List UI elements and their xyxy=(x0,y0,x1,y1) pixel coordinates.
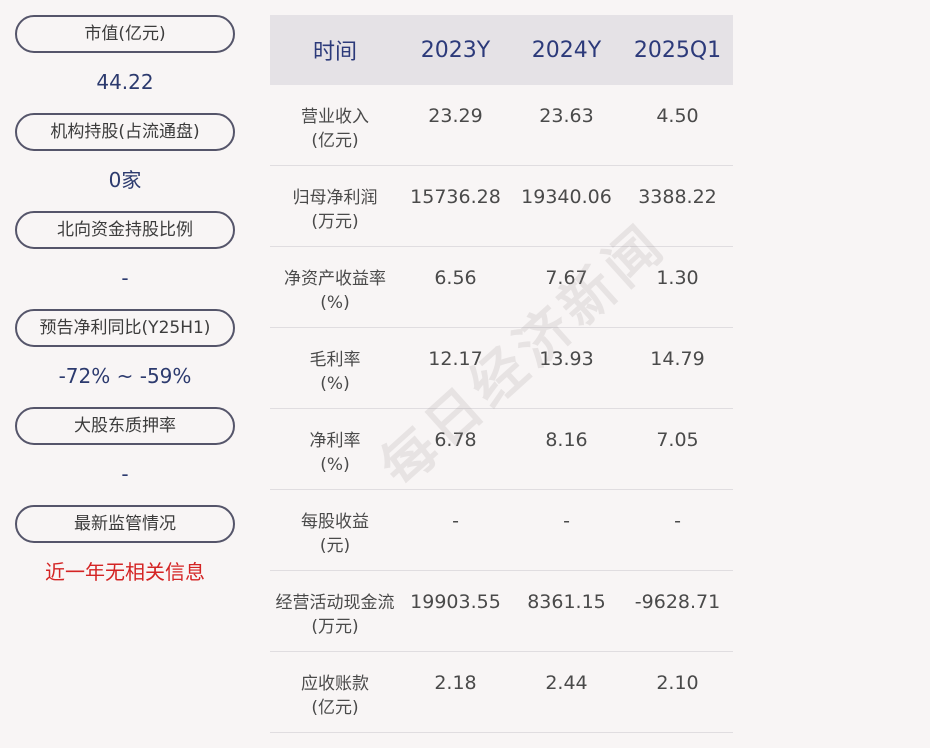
row-label: 营业收入 (亿元) xyxy=(270,85,400,165)
metric-profit-forecast: 预告净利同比(Y25H1) -72% ~ -59% xyxy=(15,309,235,407)
table-cell: 4.50 xyxy=(656,105,699,127)
table-cell: - xyxy=(674,510,681,532)
row-label-unit: (%) xyxy=(320,293,350,313)
table-row: 归母净利润 (万元) 15736.28 19340.06 3388.22 xyxy=(270,166,733,247)
metric-label: 最新监管情况 xyxy=(15,505,235,543)
row-label-unit: (万元) xyxy=(311,617,359,637)
table-cell: 3388.22 xyxy=(638,186,717,208)
table-cell: 23.29 xyxy=(428,105,483,127)
table-cell: 7.67 xyxy=(545,267,588,289)
metric-value: - xyxy=(121,462,129,486)
header-2024y: 2024Y xyxy=(531,37,602,63)
table-cell: - xyxy=(452,510,459,532)
metric-northbound-ratio: 北向资金持股比例 - xyxy=(15,211,235,309)
table-row: 净资产收益率 (%) 6.56 7.67 1.30 xyxy=(270,247,733,328)
table-cell: 23.63 xyxy=(539,105,594,127)
table-cell: 2.10 xyxy=(656,672,699,694)
table-row: 营业收入 (亿元) 23.29 23.63 4.50 xyxy=(270,85,733,166)
row-label-unit: (亿元) xyxy=(311,131,359,151)
table-cell: 6.78 xyxy=(434,429,477,451)
metric-value: -72% ~ -59% xyxy=(58,364,192,388)
metric-label: 北向资金持股比例 xyxy=(15,211,235,249)
metric-label: 机构持股(占流通盘) xyxy=(15,113,235,151)
table-cell: 6.56 xyxy=(434,267,477,289)
table-row: 应收账款 (亿元) 2.18 2.44 2.10 xyxy=(270,652,733,733)
row-label: 应收账款 (亿元) xyxy=(270,652,400,732)
metric-label: 市值(亿元) xyxy=(15,15,235,53)
metric-market-cap: 市值(亿元) 44.22 xyxy=(15,15,235,113)
header-2023y: 2023Y xyxy=(420,37,491,63)
table-cell: 1.30 xyxy=(656,267,699,289)
metric-value: 0家 xyxy=(108,168,142,192)
row-label-name: 营业收入 xyxy=(301,107,369,127)
table-row: 每股收益 (元) - - - xyxy=(270,490,733,571)
row-label-unit: (元) xyxy=(319,536,351,556)
metric-value: 44.22 xyxy=(96,70,154,94)
table-cell: 2.44 xyxy=(545,672,588,694)
header-period: 时间 xyxy=(312,40,357,65)
table-cell: 8361.15 xyxy=(527,591,606,613)
table-cell: 12.17 xyxy=(428,348,483,370)
metric-value: 近一年无相关信息 xyxy=(45,560,205,584)
row-label: 每股收益 (元) xyxy=(270,490,400,570)
table-cell: 7.05 xyxy=(656,429,699,451)
table-row: 经营活动现金流 (万元) 19903.55 8361.15 -9628.71 xyxy=(270,571,733,652)
table-row: 毛利率 (%) 12.17 13.93 14.79 xyxy=(270,328,733,409)
table-cell: 13.93 xyxy=(539,348,594,370)
table-cell: - xyxy=(563,510,570,532)
metric-value: - xyxy=(121,266,129,290)
row-label: 净资产收益率 (%) xyxy=(270,247,400,327)
metric-institutional-holdings: 机构持股(占流通盘) 0家 xyxy=(15,113,235,211)
header-2025q1: 2025Q1 xyxy=(633,37,722,63)
table-cell: 2.18 xyxy=(434,672,477,694)
row-label-name: 归母净利润 xyxy=(292,188,378,208)
row-label-unit: (亿元) xyxy=(311,698,359,718)
table-header: 时间 2023Y 2024Y 2025Q1 xyxy=(270,15,733,85)
row-label-name: 每股收益 xyxy=(301,512,369,532)
row-label-name: 净资产收益率 xyxy=(284,269,386,289)
row-label: 归母净利润 (万元) xyxy=(270,166,400,246)
financials-table: 时间 2023Y 2024Y 2025Q1 营业收入 (亿元) 23.29 23.… xyxy=(270,15,733,733)
metric-pledge-ratio: 大股东质押率 - xyxy=(15,407,235,505)
row-label: 毛利率 (%) xyxy=(270,328,400,408)
metrics-panel: 市值(亿元) 44.22 机构持股(占流通盘) 0家 北向资金持股比例 - 预告… xyxy=(15,15,235,603)
table-cell: 15736.28 xyxy=(410,186,501,208)
row-label-unit: (%) xyxy=(320,374,350,394)
row-label: 净利率 (%) xyxy=(270,409,400,489)
row-label: 经营活动现金流 (万元) xyxy=(270,571,400,651)
row-label-name: 净利率 xyxy=(309,431,361,451)
metric-regulatory-status: 最新监管情况 近一年无相关信息 xyxy=(15,505,235,603)
table-cell: -9628.71 xyxy=(634,591,721,613)
table-cell: 19903.55 xyxy=(410,591,501,613)
row-label-unit: (%) xyxy=(320,455,350,475)
row-label-name: 毛利率 xyxy=(309,350,361,370)
table-row: 净利率 (%) 6.78 8.16 7.05 xyxy=(270,409,733,490)
row-label-unit: (万元) xyxy=(311,212,359,232)
row-label-name: 经营活动现金流 xyxy=(275,593,395,613)
table-cell: 14.79 xyxy=(650,348,705,370)
table-cell: 19340.06 xyxy=(521,186,612,208)
row-label-name: 应收账款 xyxy=(301,674,369,694)
table-cell: 8.16 xyxy=(545,429,588,451)
metric-label: 预告净利同比(Y25H1) xyxy=(15,309,235,347)
metric-label: 大股东质押率 xyxy=(15,407,235,445)
